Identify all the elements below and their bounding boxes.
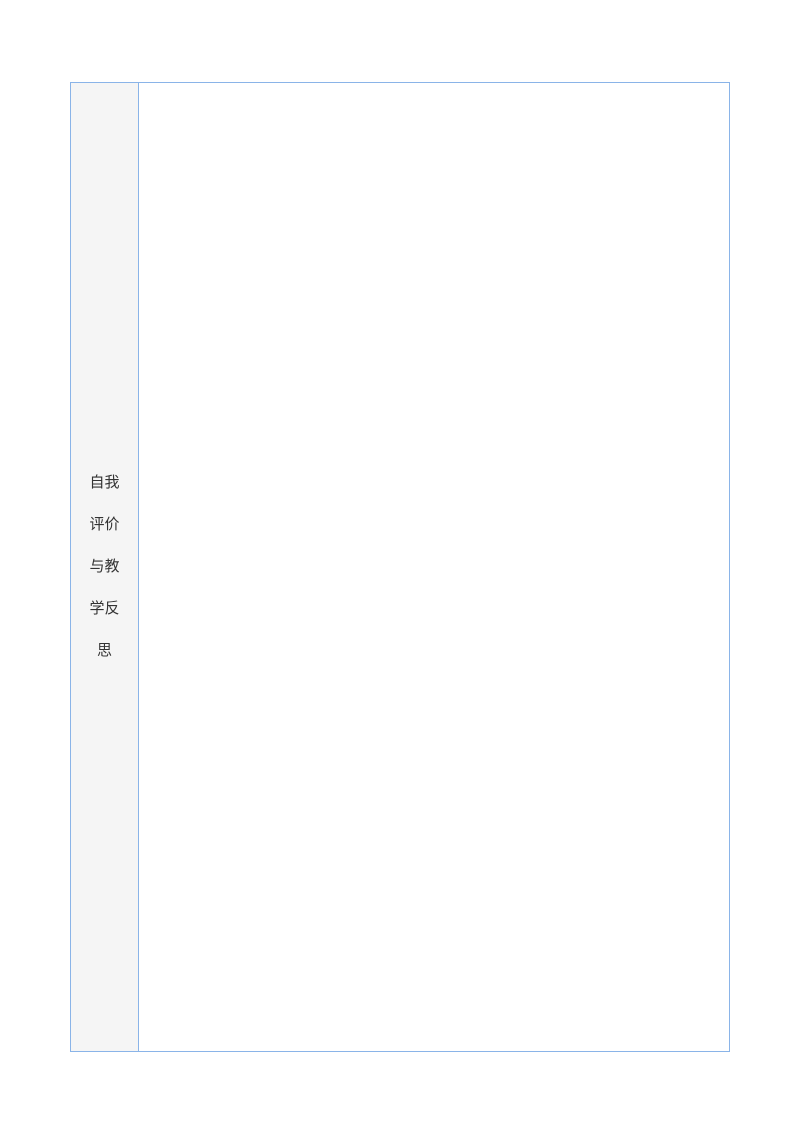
document-table: 自我评价与教学反思 [70, 82, 730, 1052]
table-header-cell: 自我评价与教学反思 [71, 83, 139, 1051]
table-content-cell [139, 83, 729, 1051]
vertical-header-label: 自我评价与教学反思 [90, 462, 120, 672]
